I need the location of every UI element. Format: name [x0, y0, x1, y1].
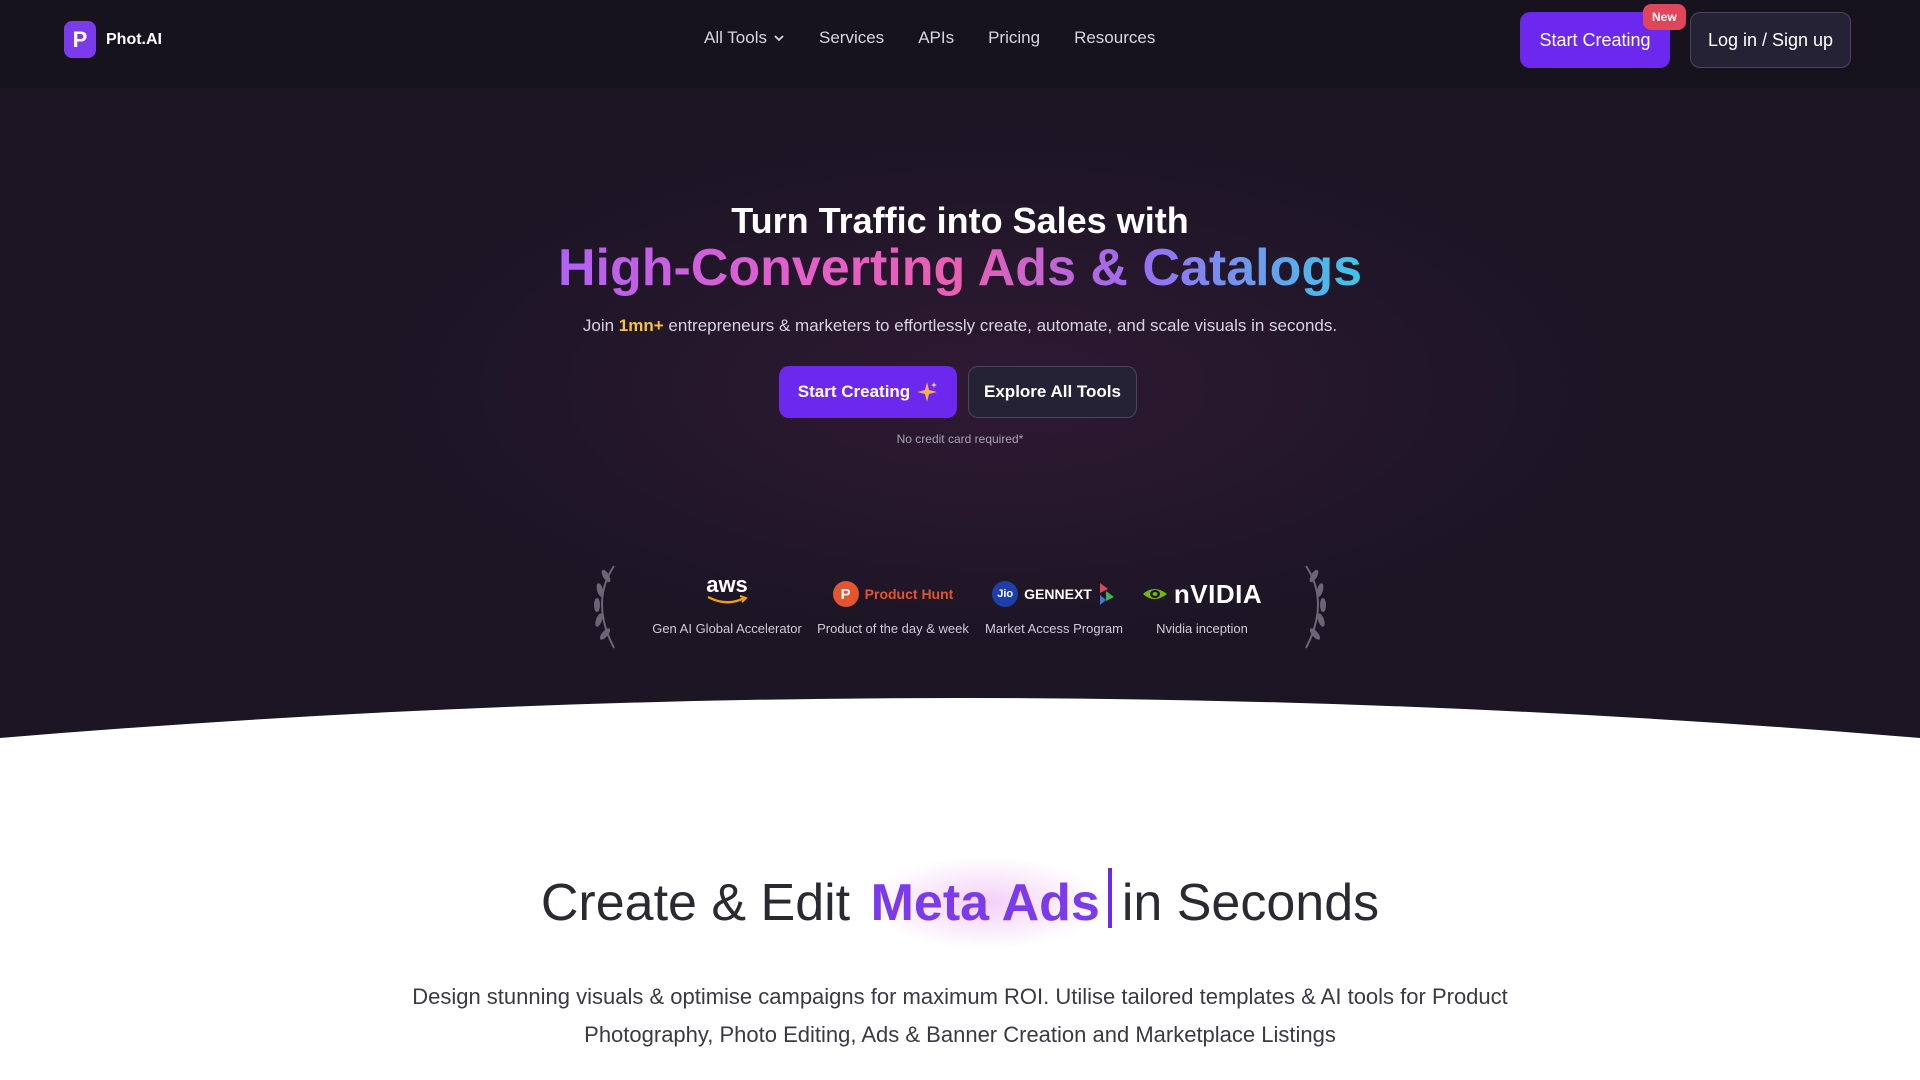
gennext-logo-text: GENNEXT [1024, 586, 1092, 602]
product-hunt-logo: P Product Hunt [832, 575, 954, 613]
feature-section-description: Design stunning visuals & optimise campa… [412, 984, 1508, 1047]
start-creating-hero-label: Start Creating [797, 382, 911, 401]
aws-smile-icon [707, 595, 748, 604]
laurel-right-icon [1305, 565, 1326, 649]
top-navbar: P Phot.AI All Tools Services APIs Pricin… [0, 0, 1920, 88]
partner-nvidia: nVIDIA Nvidia inception [1140, 575, 1264, 636]
feature-title-pre: Create & Edit [540, 874, 865, 932]
jio-gennext-logo: Jio GENNEXT [992, 575, 1116, 613]
logo-text: Phot.AI [106, 30, 162, 48]
nav-apis[interactable]: APIs [918, 28, 954, 48]
hero-subtitle-post: entrepreneurs & marketers to effortlessl… [663, 316, 1338, 335]
jio-gennext-caption: Market Access Program [985, 621, 1123, 636]
start-creating-hero-button[interactable]: Start Creating [779, 366, 957, 418]
chevron-down-icon [774, 35, 784, 42]
explore-all-tools-button[interactable]: Explore All Tools [968, 366, 1137, 418]
jio-icon: Jio [992, 581, 1019, 607]
hero-title-line2: High-Converting Ads & Catalogs [0, 238, 1920, 298]
sparkle-icon [917, 382, 938, 402]
product-hunt-caption: Product of the day & week [817, 621, 969, 636]
main-nav: All Tools Services APIs Pricing Resource… [704, 28, 1155, 48]
gennext-arrows-icon [1099, 583, 1114, 605]
logo-icon: P [64, 21, 96, 58]
partner-product-hunt: P Product Hunt Product of the day & week [817, 575, 969, 636]
nvidia-logo: nVIDIA [1142, 575, 1262, 613]
hero-subtitle-pre: Join [582, 316, 619, 335]
hero-subtitle: Join 1mn+ entrepreneurs & marketers to e… [0, 316, 1920, 336]
nav-resources[interactable]: Resources [1074, 28, 1155, 48]
aws-logo-text: aws [706, 572, 748, 597]
partner-aws: aws Gen AI Global Accelerator [652, 572, 802, 637]
partner-jio-gennext: Jio GENNEXT Market Access Program [985, 575, 1123, 636]
aws-logo: aws [706, 572, 748, 613]
hero-title-line1: Turn Traffic into Sales with [731, 200, 1189, 241]
feature-section-title: Create & Edit Meta Ads in Seconds [0, 856, 1920, 950]
feature-title-post: in Seconds [1121, 874, 1380, 932]
hero-section [0, 88, 1920, 738]
product-hunt-icon: P [832, 581, 859, 607]
nvidia-caption: Nvidia inception [1156, 621, 1248, 636]
login-signup-button[interactable]: Log in / Sign up [1690, 12, 1851, 68]
nav-all-tools[interactable]: All Tools [704, 28, 785, 48]
nvidia-logo-text: nVIDIA [1173, 578, 1263, 609]
product-hunt-logo-text: Product Hunt [864, 586, 954, 602]
hero-subtitle-highlight: 1mn+ [618, 316, 664, 335]
hero-gradient-title: High-Converting Ads & Catalogs [557, 239, 1363, 297]
aws-caption: Gen AI Global Accelerator [652, 621, 802, 636]
feature-title-accent: Meta Ads [864, 856, 1106, 950]
nvidia-eye-icon [1142, 589, 1167, 599]
nav-pricing[interactable]: Pricing [988, 28, 1040, 48]
nav-services[interactable]: Services [819, 28, 884, 48]
brand-logo[interactable]: P Phot.AI [64, 21, 162, 58]
no-credit-card-note: No credit card required* [896, 432, 1024, 446]
nav-all-tools-label: All Tools [704, 28, 767, 47]
typing-caret [1107, 868, 1112, 928]
new-badge: New [1643, 4, 1686, 30]
laurel-left-icon [594, 565, 615, 649]
